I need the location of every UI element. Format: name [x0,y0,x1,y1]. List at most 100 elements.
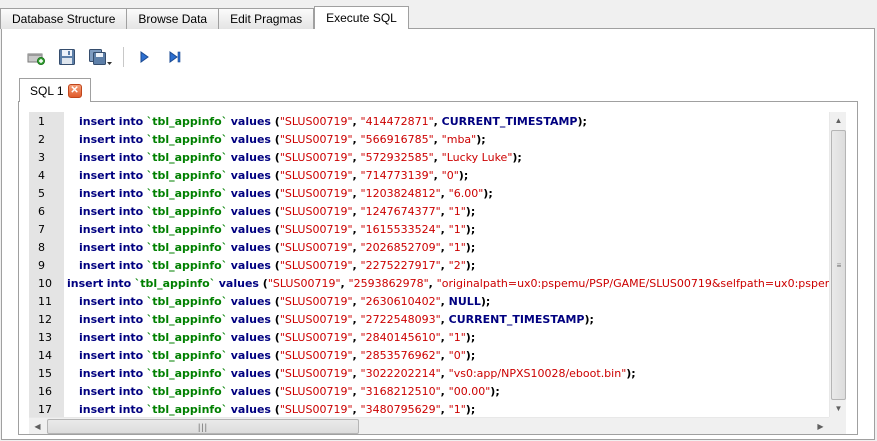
toolbar-separator [123,47,124,67]
keyword-into: into [106,276,132,290]
execute-line-icon [169,51,181,63]
keyword-into: into [118,204,144,218]
title-id-value: "SLUS00719" [279,186,353,200]
sql-editor[interactable]: 1 insert into `tbl_appinfo` values ("SLUS… [29,112,832,417]
key-value: "2722548093" [360,312,441,326]
code-line[interactable]: 16 insert into `tbl_appinfo` values ("SLU… [29,382,832,400]
keyword-insert: insert [79,222,116,236]
horizontal-scrollbar[interactable]: ◀ ||| ▶ [29,417,829,434]
cell-value: CURRENT_TIMESTAMP [448,312,585,326]
code-text: insert into `tbl_appinfo` values ("SLUS0… [79,168,469,182]
keyword-insert: insert [79,114,116,128]
scroll-left-arrow-icon[interactable]: ◀ [29,418,46,435]
vertical-scrollbar[interactable]: ▲ ≡ ▼ [829,112,846,417]
save-as-button[interactable] [86,46,114,68]
line-number: 2 [38,132,45,146]
tab-database-structure[interactable]: Database Structure [0,8,128,29]
execute-all-button[interactable] [132,46,156,68]
cell-value: "2" [448,258,466,272]
title-id-value: "SLUS00719" [279,168,353,182]
scroll-down-arrow-icon[interactable]: ▼ [830,400,847,417]
code-line[interactable]: 10 insert into `tbl_appinfo` values ("SLU… [29,274,832,292]
keyword-insert: insert [79,402,116,416]
tab-edit-pragmas[interactable]: Edit Pragmas [218,8,315,29]
code-line[interactable]: 7 insert into `tbl_appinfo` values ("SLUS… [29,220,832,238]
scroll-right-arrow-icon[interactable]: ▶ [812,418,829,435]
open-tab-button[interactable] [24,46,48,68]
key-value: "2630610402" [360,294,441,308]
code-text: insert into `tbl_appinfo` values ("SLUS0… [79,312,594,326]
key-value: "3168212510" [360,384,441,398]
key-value: "3022202214" [360,366,441,380]
tab-execute-sql[interactable]: Execute SQL [314,6,409,29]
keyword-values: values [230,258,271,272]
vertical-scroll-thumb[interactable]: ≡ [831,130,846,400]
code-line[interactable]: 8 insert into `tbl_appinfo` values ("SLUS… [29,238,832,256]
title-id-value: "SLUS00719" [279,150,353,164]
keyword-values: values [230,240,271,254]
code-line[interactable]: 14 insert into `tbl_appinfo` values ("SLU… [29,346,832,364]
line-number: 14 [38,348,52,362]
sql-tab-label: SQL 1 [30,83,64,98]
keyword-values: values [230,312,271,326]
code-line[interactable]: 4 insert into `tbl_appinfo` values ("SLUS… [29,166,832,184]
table-name: `tbl_appinfo` [146,384,228,398]
code-line[interactable]: 12 insert into `tbl_appinfo` values ("SLU… [29,310,832,328]
keyword-values: values [230,114,271,128]
cell-value: "1" [448,222,466,236]
execute-line-button[interactable] [163,46,187,68]
code-line[interactable]: 3 insert into `tbl_appinfo` values ("SLUS… [29,148,832,166]
scroll-up-arrow-icon[interactable]: ▲ [830,112,847,129]
keyword-insert: insert [79,348,116,362]
title-id-value: "SLUS00719" [279,294,353,308]
code-line[interactable]: 9 insert into `tbl_appinfo` values ("SLUS… [29,256,832,274]
line-number: 11 [38,294,52,308]
tab-browse-data[interactable]: Browse Data [126,8,220,29]
save-sql-button[interactable] [55,46,79,68]
title-id-value: "SLUS00719" [279,240,353,254]
close-tab-icon[interactable]: ✕ [67,83,82,98]
code-text: insert into `tbl_appinfo` values ("SLUS0… [79,366,636,380]
cell-value: "6.00" [448,186,484,200]
code-line[interactable]: 13 insert into `tbl_appinfo` values ("SLU… [29,328,832,346]
line-number: 1 [38,114,45,128]
table-name: `tbl_appinfo` [134,276,216,290]
line-number: 12 [38,312,52,326]
keyword-into: into [118,240,144,254]
horizontal-scroll-thumb[interactable]: ||| [47,419,359,434]
code-line[interactable]: 6 insert into `tbl_appinfo` values ("SLUS… [29,202,832,220]
table-name: `tbl_appinfo` [146,168,228,182]
table-name: `tbl_appinfo` [146,132,228,146]
keyword-values: values [218,276,259,290]
code-line[interactable]: 1 insert into `tbl_appinfo` values ("SLUS… [29,112,832,130]
keyword-values: values [230,204,271,218]
line-number: 3 [38,150,45,164]
keyword-values: values [230,294,271,308]
keyword-insert: insert [79,312,116,326]
code-text: insert into `tbl_appinfo` values ("SLUS0… [79,402,476,416]
keyword-values: values [230,186,271,200]
key-value: "2840145610" [360,330,441,344]
cell-value: "originalpath=ux0:pspemu/PSP/GAME/SLUS00… [436,276,832,290]
code-line[interactable]: 2 insert into `tbl_appinfo` values ("SLUS… [29,130,832,148]
keyword-values: values [230,132,271,146]
code-line[interactable]: 11 insert into `tbl_appinfo` values ("SLU… [29,292,832,310]
code-line[interactable]: 17 insert into `tbl_appinfo` values ("SLU… [29,400,832,417]
keyword-into: into [118,186,144,200]
key-value: "714773139" [360,168,434,182]
code-line[interactable]: 5 insert into `tbl_appinfo` values ("SLUS… [29,184,832,202]
line-number: 4 [38,168,45,182]
execute-icon [140,51,149,63]
table-name: `tbl_appinfo` [146,366,228,380]
table-name: `tbl_appinfo` [146,258,228,272]
keyword-into: into [118,330,144,344]
keyword-insert: insert [79,132,116,146]
code-text: insert into `tbl_appinfo` values ("SLUS0… [79,330,476,344]
keyword-insert: insert [67,276,104,290]
cell-value: "0" [448,348,466,362]
code-line[interactable]: 15 insert into `tbl_appinfo` values ("SLU… [29,364,832,382]
title-id-value: "SLUS00719" [279,348,353,362]
keyword-insert: insert [79,366,116,380]
line-number: 16 [38,384,52,398]
sql-tab-1[interactable]: SQL 1 ✕ [19,78,91,102]
